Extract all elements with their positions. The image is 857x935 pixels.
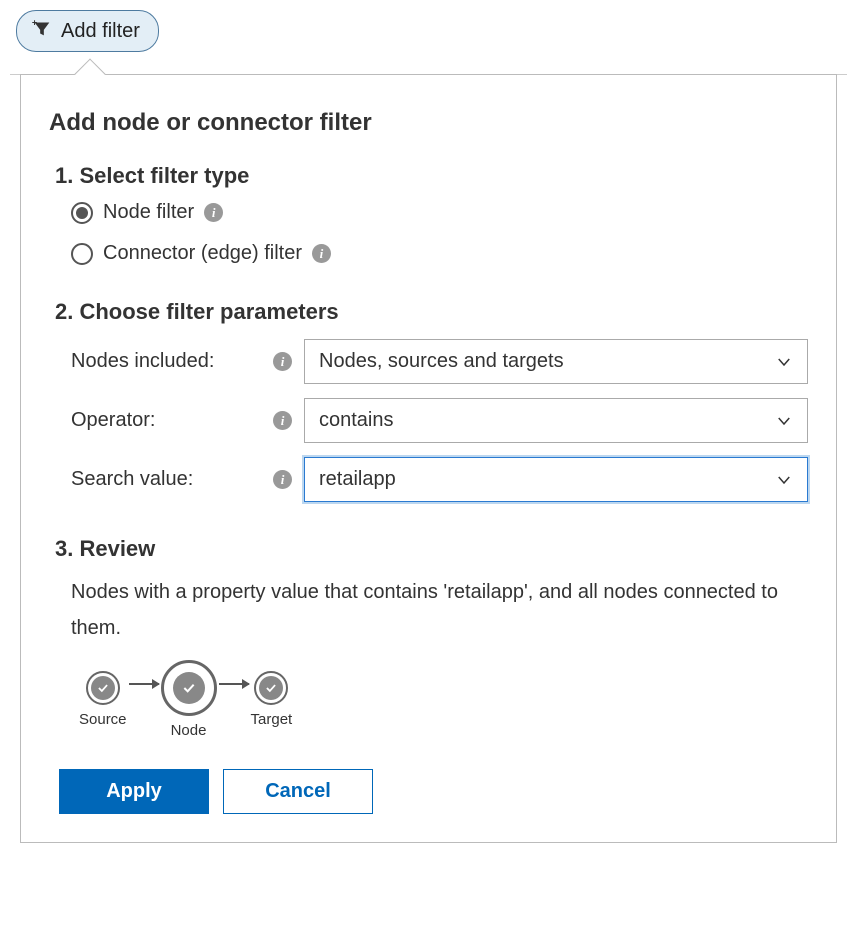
review-text: Nodes with a property value that contain…	[71, 574, 808, 646]
diagram-source-node	[86, 671, 120, 705]
arrow-icon	[219, 683, 249, 685]
diagram-target-node	[254, 671, 288, 705]
operator-value: contains	[319, 409, 394, 432]
section3-heading: 3. Review	[55, 536, 808, 562]
add-filter-button[interactable]: + Add filter	[16, 10, 159, 52]
check-icon	[96, 681, 110, 695]
info-icon[interactable]: i	[273, 352, 292, 371]
check-icon	[264, 681, 278, 695]
operator-label: Operator:	[71, 409, 261, 432]
nodes-included-label: Nodes included:	[71, 350, 261, 373]
info-icon[interactable]: i	[273, 470, 292, 489]
filter-panel: Add node or connector filter 1. Select f…	[20, 74, 837, 843]
diagram-center-node	[161, 660, 217, 716]
cancel-button[interactable]: Cancel	[223, 769, 373, 814]
radio-connector-filter-label: Connector (edge) filter	[103, 242, 302, 265]
apply-button[interactable]: Apply	[59, 769, 209, 814]
diagram-source-label: Source	[79, 711, 127, 728]
review-diagram: Source Node Target	[79, 660, 808, 739]
chevron-down-icon	[775, 471, 793, 489]
info-icon[interactable]: i	[204, 203, 223, 222]
section2-heading: 2. Choose filter parameters	[55, 299, 808, 325]
check-icon	[181, 680, 197, 696]
svg-text:+: +	[32, 17, 37, 27]
search-value-select[interactable]: retailapp	[304, 457, 808, 502]
radio-node-filter[interactable]	[71, 202, 93, 224]
panel-pointer	[74, 58, 105, 89]
chevron-down-icon	[775, 353, 793, 371]
diagram-target-label: Target	[251, 711, 293, 728]
chevron-down-icon	[775, 412, 793, 430]
add-filter-label: Add filter	[61, 20, 140, 43]
radio-node-filter-label: Node filter	[103, 201, 194, 224]
search-value-value: retailapp	[319, 468, 396, 491]
nodes-included-select[interactable]: Nodes, sources and targets	[304, 339, 808, 384]
info-icon[interactable]: i	[273, 411, 292, 430]
search-value-label: Search value:	[71, 468, 261, 491]
nodes-included-value: Nodes, sources and targets	[319, 350, 564, 373]
arrow-icon	[129, 683, 159, 685]
info-icon[interactable]: i	[312, 244, 331, 263]
section1-heading: 1. Select filter type	[55, 163, 808, 189]
panel-title: Add node or connector filter	[49, 109, 808, 137]
filter-plus-icon: +	[31, 17, 53, 45]
diagram-node-label: Node	[171, 722, 207, 739]
operator-select[interactable]: contains	[304, 398, 808, 443]
radio-connector-filter[interactable]	[71, 243, 93, 265]
